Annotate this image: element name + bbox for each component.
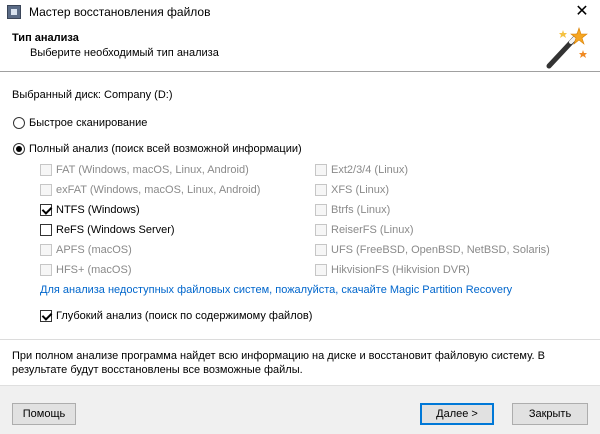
fs-checkbox-box[interactable]: [315, 224, 327, 236]
header-title: Тип анализа: [12, 32, 79, 44]
fs-checkbox-box[interactable]: [40, 244, 52, 256]
fs-checkbox-ufs[interactable]: UFS (FreeBSD, OpenBSD, NetBSD, Solaris): [315, 244, 550, 256]
fs-checkbox-fat[interactable]: FAT (Windows, macOS, Linux, Android): [40, 164, 249, 176]
app-icon: [7, 5, 21, 19]
fs-checkbox-reiserfs[interactable]: ReiserFS (Linux): [315, 224, 414, 236]
quick-scan-radio[interactable]: Быстрое сканирование: [13, 117, 147, 129]
close-button[interactable]: Закрыть: [512, 403, 588, 425]
deep-scan-checkbox-box[interactable]: [40, 310, 52, 322]
fs-checkbox-box[interactable]: [40, 184, 52, 196]
fs-checkbox-hikvisionfs[interactable]: HikvisionFS (Hikvision DVR): [315, 264, 470, 276]
fs-checkbox-exfat[interactable]: exFAT (Windows, macOS, Linux, Android): [40, 184, 260, 196]
fs-label: exFAT (Windows, macOS, Linux, Android): [56, 184, 261, 196]
magic-wand-icon: [546, 27, 588, 69]
button-bar: Помощь Далее > Закрыть: [0, 385, 600, 434]
window-title: Мастер восстановления файлов: [29, 5, 211, 19]
selected-disk-label: Выбранный диск: Company (D:): [12, 89, 173, 101]
fs-label: HFS+ (macOS): [56, 264, 132, 276]
header-subtitle: Выберите необходимый тип анализа: [30, 47, 219, 59]
close-window-button[interactable]: ✕: [574, 3, 590, 19]
full-analysis-radio-circle[interactable]: [13, 143, 25, 155]
fs-checkbox-box[interactable]: [315, 264, 327, 276]
fs-checkbox-apfs[interactable]: APFS (macOS): [40, 244, 132, 256]
fs-checkbox-box[interactable]: [40, 164, 52, 176]
fs-label: ReiserFS (Linux): [331, 224, 414, 236]
fs-checkbox-xfs[interactable]: XFS (Linux): [315, 184, 389, 196]
fs-checkbox-box[interactable]: [40, 204, 52, 216]
download-partition-recovery-link[interactable]: Для анализа недоступных файловых систем,…: [40, 284, 512, 296]
content-separator: [0, 339, 600, 340]
fs-checkbox-box[interactable]: [315, 204, 327, 216]
fs-checkbox-ntfs[interactable]: NTFS (Windows): [40, 204, 140, 216]
fs-label: ReFS (Windows Server): [56, 224, 175, 236]
fs-checkbox-box[interactable]: [315, 184, 327, 196]
next-button[interactable]: Далее >: [420, 403, 494, 425]
quick-scan-label: Быстрое сканирование: [29, 117, 148, 129]
help-button[interactable]: Помощь: [12, 403, 76, 425]
fs-label: XFS (Linux): [331, 184, 390, 196]
fs-checkbox-hfsplus[interactable]: HFS+ (macOS): [40, 264, 131, 276]
wizard-header: Тип анализа Выберите необходимый тип ана…: [0, 24, 600, 71]
fs-checkbox-refs[interactable]: ReFS (Windows Server): [40, 224, 175, 236]
fs-checkbox-ext[interactable]: Ext2/3/4 (Linux): [315, 164, 408, 176]
fs-checkbox-box[interactable]: [40, 264, 52, 276]
fs-checkbox-box[interactable]: [315, 244, 327, 256]
analysis-info-text: При полном анализе программа найдет всю …: [12, 350, 545, 376]
full-analysis-radio[interactable]: Полный анализ (поиск всей возможной инфо…: [13, 143, 302, 155]
fs-label: FAT (Windows, macOS, Linux, Android): [56, 164, 249, 176]
title-bar: Мастер восстановления файлов ✕: [0, 0, 600, 24]
quick-scan-radio-circle[interactable]: [13, 117, 25, 129]
deep-scan-checkbox[interactable]: Глубокий анализ (поиск по содержимому фа…: [40, 310, 312, 322]
fs-checkbox-btrfs[interactable]: Btrfs (Linux): [315, 204, 390, 216]
fs-label: NTFS (Windows): [56, 204, 140, 216]
fs-label: Btrfs (Linux): [331, 204, 391, 216]
fs-label: HikvisionFS (Hikvision DVR): [331, 264, 470, 276]
fs-label: Ext2/3/4 (Linux): [331, 164, 409, 176]
full-analysis-label: Полный анализ (поиск всей возможной инфо…: [29, 143, 302, 155]
wizard-content: Выбранный диск: Company (D:) Быстрое ска…: [0, 72, 600, 385]
fs-label: UFS (FreeBSD, OpenBSD, NetBSD, Solaris): [331, 244, 550, 256]
fs-label: APFS (macOS): [56, 244, 132, 256]
fs-checkbox-box[interactable]: [40, 224, 52, 236]
fs-checkbox-box[interactable]: [315, 164, 327, 176]
deep-scan-label: Глубокий анализ (поиск по содержимому фа…: [56, 310, 313, 322]
